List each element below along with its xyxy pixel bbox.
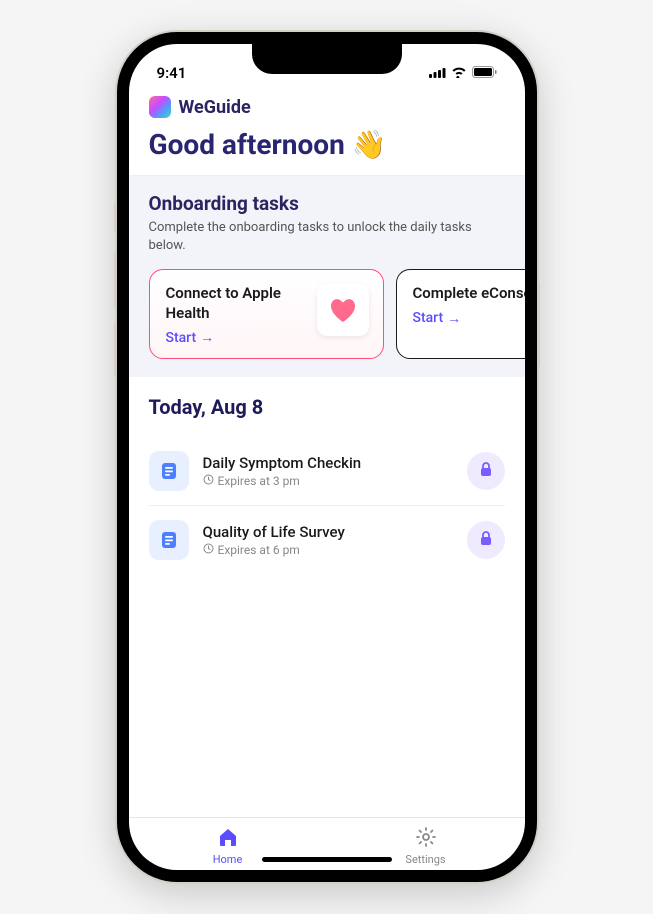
status-time: 9:41 [157, 64, 187, 82]
clock-icon [203, 543, 214, 557]
document-icon [149, 451, 189, 491]
card-title: Connect to Apple Health [166, 284, 307, 323]
tab-label: Home [213, 853, 243, 866]
task-row-quality-of-life[interactable]: Quality of Life Survey Expires at 6 pm [149, 505, 505, 574]
cellular-icon [429, 64, 446, 82]
onboarding-title: Onboarding tasks [149, 192, 525, 215]
onboarding-card-econsent[interactable]: Complete eConsent Start → [396, 269, 525, 359]
lock-badge [467, 521, 505, 559]
app-name: WeGuide [179, 97, 251, 118]
wifi-icon [451, 64, 467, 82]
task-name: Daily Symptom Checkin [203, 454, 453, 472]
onboarding-card-apple-health[interactable]: Connect to Apple Health Start → [149, 269, 384, 359]
greeting-title: Good afternoon 👋 [129, 122, 525, 175]
today-title: Today, Aug 8 [149, 395, 505, 419]
task-name: Quality of Life Survey [203, 523, 453, 541]
lock-icon [479, 530, 493, 550]
onboarding-description: Complete the onboarding tasks to unlock … [149, 219, 525, 255]
arrow-right-icon: → [447, 310, 461, 327]
tab-bar: Home Settings [129, 817, 525, 870]
tab-label: Settings [405, 853, 445, 866]
clock-icon [203, 474, 214, 488]
home-icon [217, 826, 239, 851]
app-logo-icon [149, 96, 171, 118]
task-row-symptom-checkin[interactable]: Daily Symptom Checkin Expires at 3 pm [149, 437, 505, 505]
card-title: Complete eConsent [413, 284, 525, 304]
notch [252, 44, 402, 74]
arrow-right-icon: → [200, 329, 214, 346]
lock-badge [467, 452, 505, 490]
document-icon [149, 520, 189, 560]
onboarding-cards-row[interactable]: Connect to Apple Health Start → Com [149, 269, 525, 359]
card-start-link[interactable]: Start → [413, 310, 525, 327]
heart-icon [317, 284, 369, 336]
home-indicator[interactable] [262, 857, 392, 862]
task-expires: Expires at 3 pm [203, 474, 453, 488]
phone-frame: 9:41 WeGuide Good afternoon 👋 Onboarding… [117, 32, 537, 882]
lock-icon [479, 461, 493, 481]
today-section: Today, Aug 8 Daily Symptom Checkin Expir… [129, 377, 525, 584]
gear-icon [415, 826, 437, 851]
card-start-link[interactable]: Start → [166, 329, 307, 346]
onboarding-section: Onboarding tasks Complete the onboarding… [129, 175, 525, 377]
task-expires: Expires at 6 pm [203, 543, 453, 557]
phone-screen: 9:41 WeGuide Good afternoon 👋 Onboarding… [129, 44, 525, 870]
app-header: WeGuide [129, 88, 525, 122]
status-indicators [429, 64, 497, 82]
battery-icon [472, 64, 497, 82]
